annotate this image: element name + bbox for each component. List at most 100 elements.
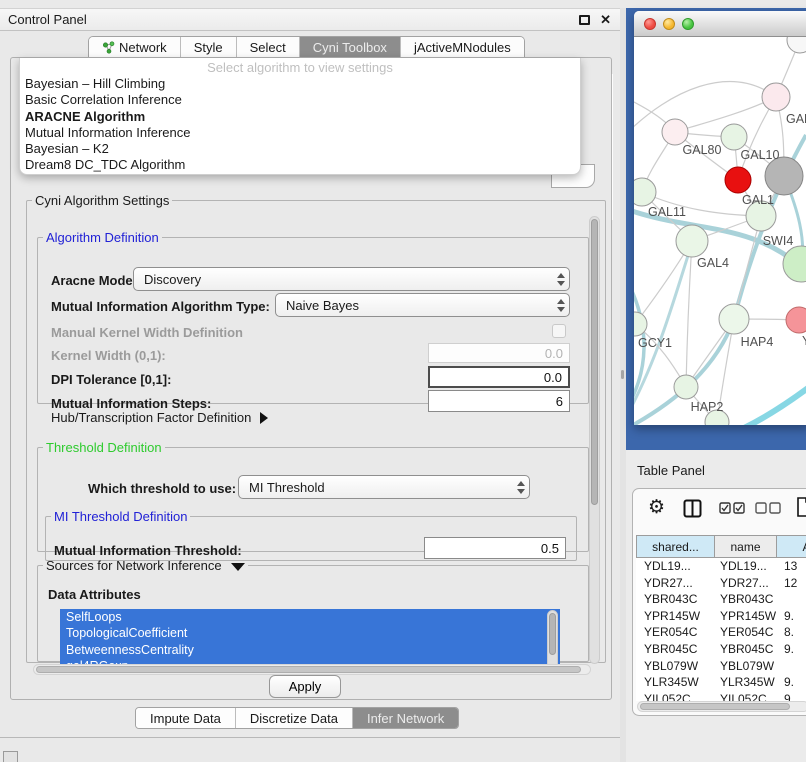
- tab-discretize-data[interactable]: Discretize Data: [235, 708, 352, 728]
- network-canvas[interactable]: GAL GAL80 GAL10 GAL1 GAL11 SWI4 GAL4 GCY…: [634, 37, 806, 425]
- apply-button[interactable]: Apply: [269, 675, 341, 698]
- window-zoom-icon[interactable]: [682, 18, 694, 30]
- node-gal80[interactable]: [662, 119, 688, 145]
- collapse-down-icon: [231, 563, 245, 571]
- float-panel-icon[interactable]: [579, 15, 590, 25]
- mi-steps-label: Mutual Information Steps:: [51, 396, 211, 411]
- deselect-all-checks-icon[interactable]: [755, 502, 781, 517]
- node-gal1-selected[interactable]: [725, 167, 751, 193]
- tab-impute-data[interactable]: Impute Data: [136, 708, 235, 728]
- mi-threshold-definition-group: MI Threshold Definition Mutual Informati…: [45, 509, 577, 561]
- mi-algorithm-type-combobox[interactable]: Naive Bayes: [275, 293, 570, 317]
- node-y-partial[interactable]: [786, 307, 806, 333]
- splitter-grip-icon: [621, 370, 624, 379]
- node-gal10[interactable]: [721, 124, 747, 150]
- tab-style[interactable]: Style: [180, 37, 236, 57]
- node-hap2[interactable]: [674, 375, 698, 399]
- tab-cyni-toolbox[interactable]: Cyni Toolbox: [299, 37, 400, 57]
- new-table-document-icon[interactable]: [796, 497, 806, 520]
- tab-infer-network[interactable]: Infer Network: [352, 708, 458, 728]
- node[interactable]: [787, 37, 806, 53]
- kernel-width-input[interactable]: [428, 343, 570, 363]
- node-label: GAL11: [648, 205, 686, 219]
- table-horizontal-scrollbar[interactable]: [637, 701, 806, 712]
- combo-stepper-icon: [513, 481, 529, 494]
- attribute-item-selected[interactable]: TopologicalCoefficient: [60, 625, 560, 641]
- algorithm-dropdown-placeholder: Select algorithm to view settings: [20, 59, 580, 76]
- algorithm-option[interactable]: Bayesian – Hill Climbing: [20, 76, 580, 92]
- table-row[interactable]: YDL19... YDL19... 13: [636, 558, 806, 575]
- node-gal4[interactable]: [676, 225, 708, 257]
- close-icon[interactable]: ✕: [600, 12, 611, 28]
- threshold-definition-group: Threshold Definition Which threshold to …: [37, 440, 589, 552]
- network-window-titlebar[interactable]: [634, 11, 806, 37]
- algorithm-definition-group: Algorithm Definition Aracne Mode: Discov…: [37, 230, 589, 404]
- manual-kernel-width-checkbox[interactable]: [552, 324, 566, 338]
- mi-threshold-input[interactable]: [424, 537, 566, 559]
- column-header-shared-name[interactable]: shared...: [636, 536, 714, 557]
- table-row[interactable]: YIL052C YIL052C 9: [636, 691, 806, 701]
- network-view-window: GAL GAL80 GAL10 GAL1 GAL11 SWI4 GAL4 GCY…: [634, 11, 806, 425]
- node-gray[interactable]: [765, 157, 803, 195]
- kernel-width-label: Kernel Width (0,1):: [51, 348, 166, 363]
- network-icon: [102, 41, 115, 54]
- bottom-tabbar: Impute Data Discretize Data Infer Networ…: [135, 707, 459, 729]
- algorithm-option[interactable]: Mutual Information Inference: [20, 125, 580, 141]
- window-close-icon[interactable]: [644, 18, 656, 30]
- control-panel-window: Control Panel ✕ Network Style Sel: [0, 8, 620, 738]
- settings-scrollbar[interactable]: [589, 216, 600, 664]
- table-row[interactable]: YLR345W YLR345W 9.: [636, 674, 806, 691]
- column-header-partial[interactable]: A: [776, 536, 806, 557]
- dpi-tolerance-label: DPI Tolerance [0,1]:: [51, 372, 171, 387]
- hub-definition-expander[interactable]: Hub/Transcription Factor Definition: [51, 410, 268, 425]
- node-label: HAP2: [691, 400, 724, 414]
- algorithm-option[interactable]: Dream8 DC_TDC Algorithm: [20, 157, 580, 173]
- dpi-tolerance-input[interactable]: [428, 366, 570, 388]
- combo-stepper-icon: [553, 273, 569, 286]
- minimized-panel-icon[interactable]: [3, 751, 18, 762]
- algorithm-definition-title: Algorithm Definition: [43, 230, 162, 245]
- algorithm-option[interactable]: Bayesian – K2: [20, 141, 580, 157]
- which-threshold-combobox[interactable]: MI Threshold: [238, 475, 530, 499]
- settings-horizontal-scrollbar[interactable]: [33, 664, 591, 675]
- aracne-mode-combobox[interactable]: Discovery: [133, 267, 570, 291]
- node-hap4[interactable]: [719, 304, 749, 334]
- node-label: GAL10: [741, 148, 780, 162]
- select-all-checks-icon[interactable]: [719, 502, 745, 517]
- table-row[interactable]: YPR145W YPR145W 9.: [636, 608, 806, 625]
- column-layout-icon[interactable]: [683, 499, 702, 521]
- node-swi4[interactable]: [783, 246, 806, 282]
- column-header-name[interactable]: name: [714, 536, 776, 557]
- tab-network[interactable]: Network: [89, 37, 180, 57]
- table-body: YDL19... YDL19... 13 YDR27... YDR27... 1…: [636, 558, 806, 701]
- sources-group: Sources for Network Inference Data Attri…: [37, 558, 589, 662]
- tab-select-label: Select: [250, 40, 286, 55]
- algorithm-option-aracne[interactable]: ARACNE Algorithm: [20, 109, 580, 125]
- attribute-item-selected[interactable]: BetweennessCentrality: [60, 642, 560, 658]
- sources-title[interactable]: Sources for Network Inference: [43, 558, 248, 573]
- tab-select[interactable]: Select: [236, 37, 299, 57]
- tab-jactivemnodules[interactable]: jActiveMNodules: [400, 37, 524, 57]
- table-row[interactable]: YBR043C YBR043C: [636, 591, 806, 608]
- table-row[interactable]: YER054C YER054C 8.: [636, 624, 806, 641]
- window-minimize-icon[interactable]: [663, 18, 675, 30]
- table-container: ⚙: [632, 488, 806, 716]
- table-toolbar: ⚙: [633, 489, 806, 531]
- node-label: GCY1: [638, 336, 672, 350]
- mi-steps-input[interactable]: [428, 390, 570, 412]
- node-gal-partial[interactable]: [762, 83, 790, 111]
- control-panel-title: Control Panel: [8, 12, 87, 27]
- network-graph: GAL GAL80 GAL10 GAL1 GAL11 SWI4 GAL4 GCY…: [634, 37, 806, 425]
- table-row[interactable]: YBR045C YBR045C 9.: [636, 641, 806, 658]
- threshold-definition-title: Threshold Definition: [43, 440, 165, 455]
- table-row[interactable]: YBL079W YBL079W: [636, 658, 806, 675]
- network-desktop: GAL GAL80 GAL10 GAL1 GAL11 SWI4 GAL4 GCY…: [626, 8, 806, 450]
- inference-group-border: [611, 74, 612, 220]
- node-table: shared... name A YDL19... YDL19... 13 YD…: [636, 535, 806, 701]
- table-settings-gear-icon[interactable]: ⚙: [648, 498, 665, 517]
- table-row[interactable]: YDR27... YDR27... 12: [636, 575, 806, 592]
- node-gal11[interactable]: [634, 178, 656, 206]
- attribute-item-selected[interactable]: SelfLoops: [60, 609, 560, 625]
- algorithm-option[interactable]: Basic Correlation Inference: [20, 92, 580, 108]
- node-label: HAP4: [741, 335, 774, 349]
